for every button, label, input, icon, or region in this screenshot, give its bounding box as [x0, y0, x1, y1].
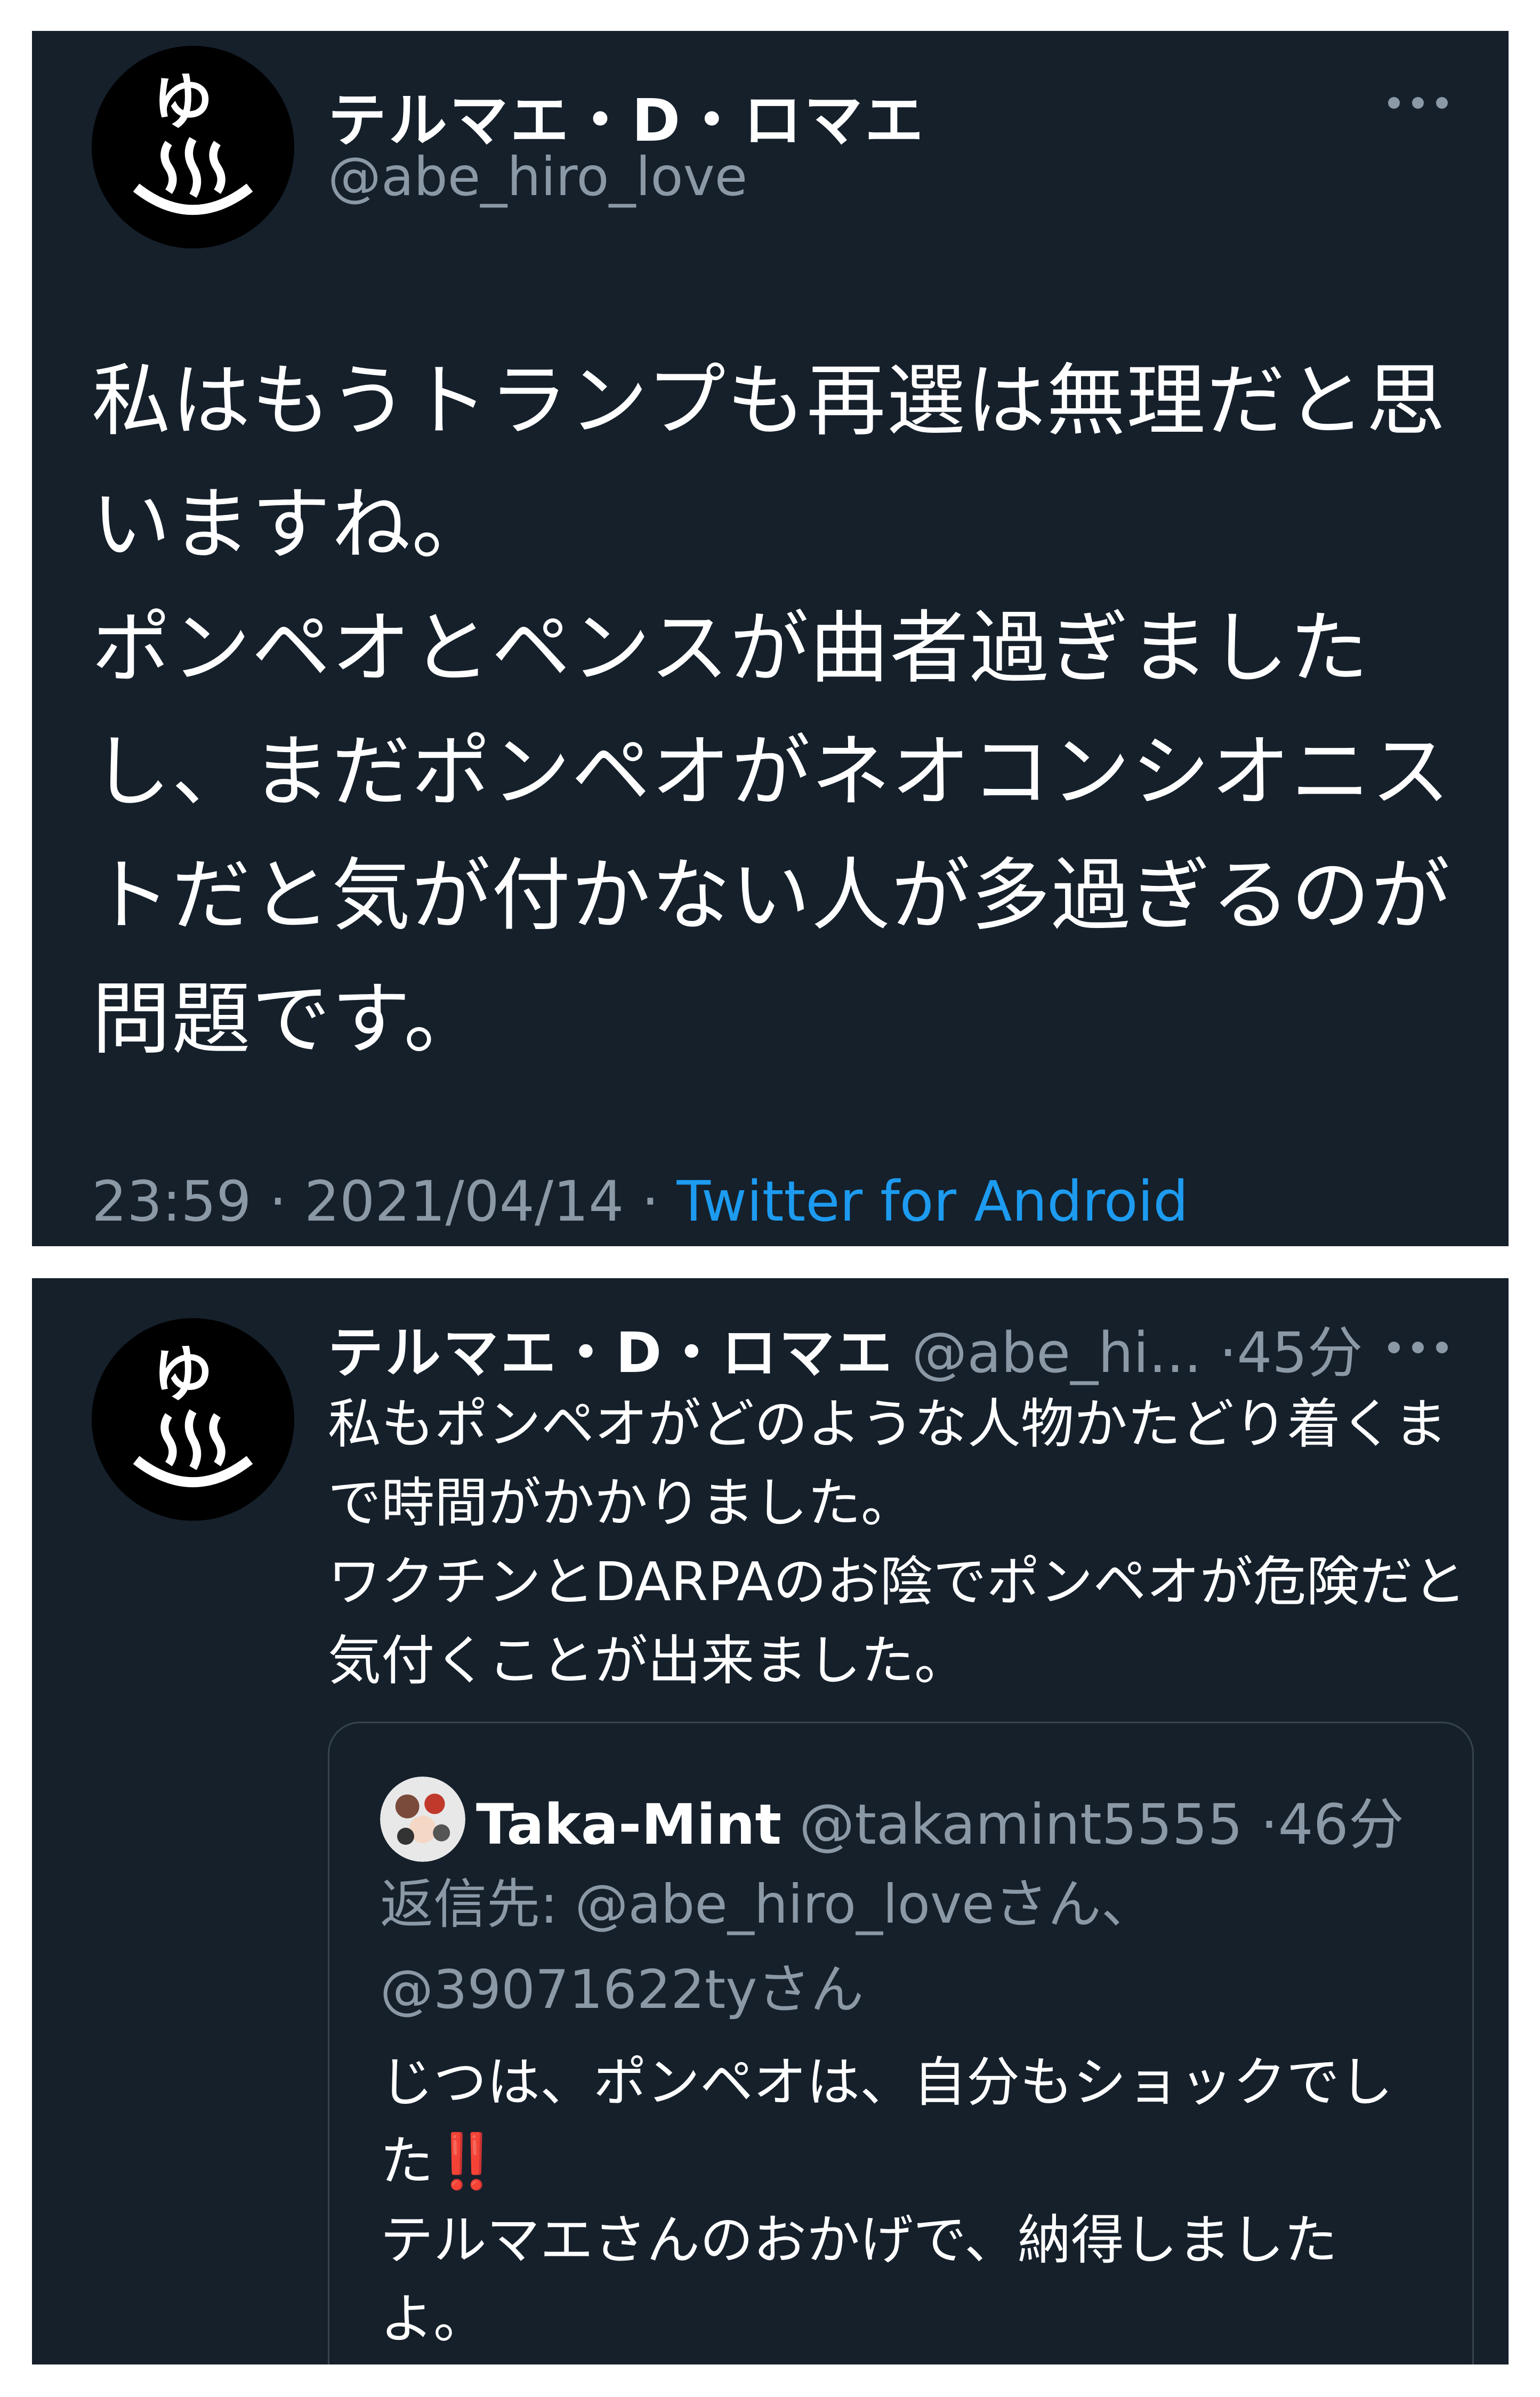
author-handle[interactable]: @abe_hiro_love — [328, 146, 747, 208]
quote-author-handle[interactable]: @takamint5555 — [799, 1792, 1243, 1857]
user-avatar-icon[interactable] — [380, 1777, 465, 1862]
meta-separator: · — [1219, 1320, 1237, 1385]
quote-author-name[interactable]: Taka-Mint — [476, 1792, 781, 1857]
reply-to-line: 返信先: @abe_hiro_loveさん、 @39071622tyさん — [380, 1862, 1420, 2032]
hot-spring-icon: ゆ — [92, 46, 294, 248]
quoted-tweet-card[interactable]: Taka-Mint @takamint5555 ·46分 返信先: @abe_h… — [328, 1722, 1474, 2364]
timeline-tweet-panel: ゆ テルマエ・D・ロマエ @abe_hi... ·45分 私もポンペオがどのよう… — [32, 1278, 1509, 2364]
quote-text-part: じつは、ポンペオは、自分もショックでした — [380, 2051, 1393, 2192]
tweet-text: 私もポンペオがどのような人物かたどり着くまで時間がかかりました。 ワクチンとDA… — [328, 1393, 1466, 1692]
yu-glyph: ゆ — [152, 66, 213, 137]
more-options-icon[interactable] — [1383, 90, 1453, 116]
reply-to-handle-2[interactable]: @39071622ty — [380, 1958, 757, 2021]
quote-text: じつは、ポンペオは、自分もショックでした‼️ テルマエさんのおかげで、納得しまし… — [380, 2043, 1420, 2359]
tweet-detail-panel: ゆ テルマエ・D・ロマエ @abe_hiro_love 私はもうトランプも再選は… — [32, 31, 1509, 1246]
more-options-icon[interactable] — [1383, 1334, 1453, 1361]
tweet-meta: 23:59 · 2021/04/14 · Twitter for Android — [92, 1169, 1188, 1234]
hot-spring-icon: ゆ — [92, 1318, 294, 1521]
tweet-date[interactable]: 2021/04/14 — [304, 1169, 624, 1234]
quote-text-part: テルマエさんのおかげで、納得しましたよ。 — [380, 2209, 1337, 2350]
reply-to-label: 返信先: — [380, 1873, 575, 1935]
meta-separator: · — [269, 1169, 287, 1234]
onsen-avatar-icon[interactable]: ゆ — [92, 46, 294, 248]
reply-to-handle-1[interactable]: @abe_hiro_love — [575, 1873, 994, 1935]
onsen-avatar-icon[interactable]: ゆ — [92, 1318, 294, 1521]
author-handle[interactable]: @abe_hi... — [912, 1320, 1202, 1385]
tweet-header: テルマエ・D・ロマエ @abe_hi... ·45分 — [328, 1308, 1447, 1388]
double-exclamation-emoji: ‼️ — [433, 2130, 500, 2192]
author-name[interactable]: テルマエ・D・ロマエ — [328, 1320, 894, 1385]
tweet-time-ago[interactable]: 45分 — [1237, 1320, 1362, 1385]
reply-to-suffix: さん — [757, 1958, 864, 2021]
quote-header: Taka-Mint @takamint5555 ·46分 — [476, 1779, 1404, 1860]
reply-to-suffix: さん、 — [994, 1873, 1155, 1935]
tweet-text: 私はもうトランプも再選は無理だと思いますね。 ポンペオとペンスが曲者過ぎましたし… — [92, 355, 1451, 1065]
tweet-time[interactable]: 23:59 — [92, 1169, 252, 1234]
quote-time-ago[interactable]: 46分 — [1278, 1792, 1404, 1857]
meta-separator: · — [641, 1169, 659, 1234]
tweet-source-link[interactable]: Twitter for Android — [677, 1169, 1189, 1234]
meta-separator: · — [1260, 1792, 1278, 1857]
yu-glyph: ゆ — [152, 1338, 213, 1409]
author-name[interactable]: テルマエ・D・ロマエ — [328, 72, 925, 158]
